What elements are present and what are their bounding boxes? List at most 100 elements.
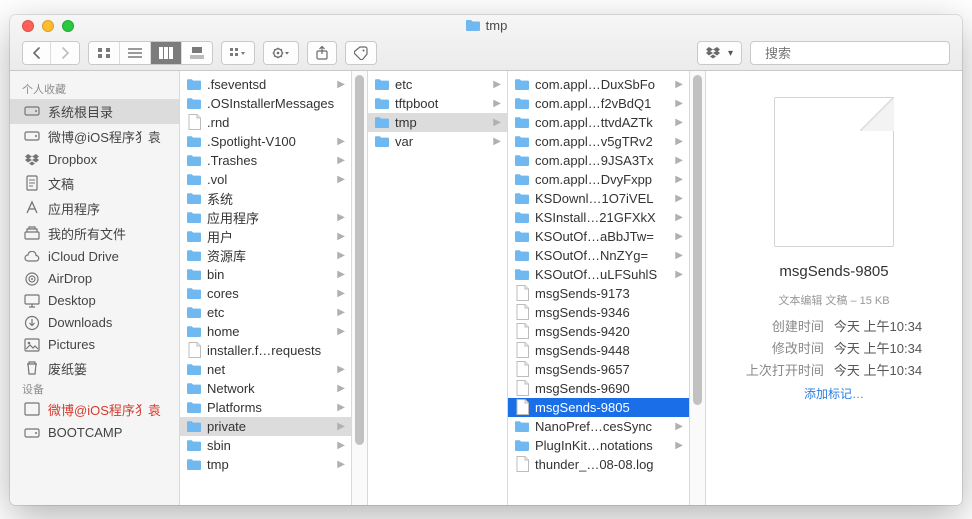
sidebar-item-文稿[interactable]: 文稿 <box>10 171 179 196</box>
tags-button[interactable] <box>346 42 376 64</box>
file-entry[interactable]: com.appl…DuxSbFo▶ <box>508 75 689 94</box>
file-entry[interactable]: 系统 <box>180 189 351 208</box>
chevron-right-icon: ▶ <box>672 117 683 128</box>
file-entry[interactable]: 用户▶ <box>180 227 351 246</box>
disk-icon <box>24 103 40 119</box>
column-view-button[interactable] <box>151 42 182 64</box>
file-entry[interactable]: .Spotlight-V100▶ <box>180 132 351 151</box>
folder-icon <box>514 171 530 187</box>
folder-icon <box>465 18 481 34</box>
folder-icon <box>514 247 530 263</box>
search-field[interactable] <box>750 41 950 65</box>
file-entry[interactable]: Platforms▶ <box>180 398 351 417</box>
file-entry[interactable]: tftpboot▶ <box>368 94 507 113</box>
file-entry[interactable]: com.appl…9JSA3Tx▶ <box>508 151 689 170</box>
file-entry[interactable]: net▶ <box>180 360 351 379</box>
file-entry[interactable]: private▶ <box>180 417 351 436</box>
icon-view-button[interactable] <box>89 42 120 64</box>
scrollbar-3[interactable] <box>690 71 706 505</box>
file-entry[interactable]: .fseventsd▶ <box>180 75 351 94</box>
file-entry[interactable]: tmp▶ <box>368 113 507 132</box>
file-entry[interactable]: 应用程序▶ <box>180 208 351 227</box>
sidebar-item-Downloads[interactable]: Downloads <box>10 312 179 334</box>
coverflow-view-button[interactable] <box>182 42 212 64</box>
sidebar-item-系统根目录[interactable]: 系统根目录 <box>10 99 179 124</box>
folder-icon <box>186 399 202 415</box>
file-icon <box>514 456 530 472</box>
chevron-right-icon: ▶ <box>672 269 683 280</box>
folder-icon <box>186 418 202 434</box>
column-3[interactable]: com.appl…DuxSbFo▶com.appl…f2vBdQ1▶com.ap… <box>508 71 690 505</box>
file-entry[interactable]: NanoPref…cesSync▶ <box>508 417 689 436</box>
file-entry[interactable]: .Trashes▶ <box>180 151 351 170</box>
file-entry[interactable]: KSOutOf…aBbJTw=▶ <box>508 227 689 246</box>
sidebar-item-AirDrop[interactable]: AirDrop <box>10 268 179 290</box>
dropbox-button[interactable]: ▾ <box>698 42 741 64</box>
sidebar-item-应用程序[interactable]: 应用程序 <box>10 196 179 221</box>
file-entry[interactable]: KSInstall…21GFXkX▶ <box>508 208 689 227</box>
file-entry[interactable]: com.appl…f2vBdQ1▶ <box>508 94 689 113</box>
view-mode-group <box>88 41 213 65</box>
back-button[interactable] <box>23 42 51 64</box>
file-entry[interactable]: etc▶ <box>180 303 351 322</box>
sidebar-item-Pictures[interactable]: Pictures <box>10 334 179 356</box>
chevron-right-icon: ▶ <box>672 174 683 185</box>
sidebar-item-微博@iOS程序犭袁[interactable]: 微博@iOS程序犭袁 <box>10 397 171 422</box>
sidebar-item-BOOTCAMP[interactable]: BOOTCAMP <box>10 422 179 444</box>
share-button[interactable] <box>308 42 336 64</box>
chevron-right-icon: ▶ <box>490 136 501 147</box>
forward-button[interactable] <box>51 42 79 64</box>
file-entry[interactable]: .rnd <box>180 113 351 132</box>
chevron-right-icon: ▶ <box>334 269 345 280</box>
chevron-right-icon: ▶ <box>490 79 501 90</box>
chevron-right-icon: ▶ <box>672 212 683 223</box>
chevron-right-icon: ▶ <box>672 136 683 147</box>
file-entry[interactable]: .OSInstallerMessages <box>180 94 351 113</box>
file-icon <box>514 399 530 415</box>
chevron-right-icon: ▶ <box>334 383 345 394</box>
list-view-button[interactable] <box>120 42 151 64</box>
sidebar-item-微博@iOS程序犭袁[interactable]: 微博@iOS程序犭袁 <box>10 124 179 149</box>
sidebar-item-iCloud Drive[interactable]: iCloud Drive <box>10 246 179 268</box>
chevron-right-icon: ▶ <box>672 193 683 204</box>
action-button[interactable] <box>264 42 298 64</box>
file-entry[interactable]: com.appl…ttvdAZTk▶ <box>508 113 689 132</box>
file-entry[interactable]: installer.f…requests <box>180 341 351 360</box>
file-entry[interactable]: msgSends-9805 <box>508 398 689 417</box>
file-entry[interactable]: bin▶ <box>180 265 351 284</box>
arrange-button[interactable] <box>222 42 254 64</box>
file-entry[interactable]: PlugInKit…notations▶ <box>508 436 689 455</box>
file-entry[interactable]: KSOutOf…NnZYg=▶ <box>508 246 689 265</box>
file-entry[interactable]: thunder_…08-08.log <box>508 455 689 474</box>
chevron-right-icon: ▶ <box>672 421 683 432</box>
file-entry[interactable]: msgSends-9173 <box>508 284 689 303</box>
sidebar-item-我的所有文件[interactable]: 我的所有文件 <box>10 221 179 246</box>
file-entry[interactable]: cores▶ <box>180 284 351 303</box>
column-2[interactable]: etc▶tftpboot▶tmp▶var▶ <box>368 71 508 505</box>
sidebar-item-Dropbox[interactable]: Dropbox <box>10 149 179 171</box>
file-entry[interactable]: Network▶ <box>180 379 351 398</box>
file-entry[interactable]: var▶ <box>368 132 507 151</box>
file-entry[interactable]: msgSends-9690 <box>508 379 689 398</box>
file-entry[interactable]: msgSends-9420 <box>508 322 689 341</box>
scrollbar-1[interactable] <box>352 71 368 505</box>
file-entry[interactable]: home▶ <box>180 322 351 341</box>
file-entry[interactable]: msgSends-9448 <box>508 341 689 360</box>
file-entry[interactable]: etc▶ <box>368 75 507 94</box>
file-entry[interactable]: com.appl…DvyFxpp▶ <box>508 170 689 189</box>
folder-icon <box>514 437 530 453</box>
file-entry[interactable]: sbin▶ <box>180 436 351 455</box>
search-input[interactable] <box>765 46 941 61</box>
file-entry[interactable]: com.appl…v5gTRv2▶ <box>508 132 689 151</box>
add-tag-link[interactable]: 添加标记… <box>804 385 864 402</box>
file-entry[interactable]: KSDownl…1O7iVEL▶ <box>508 189 689 208</box>
file-entry[interactable]: msgSends-9657 <box>508 360 689 379</box>
file-entry[interactable]: tmp▶ <box>180 455 351 474</box>
file-entry[interactable]: 资源库▶ <box>180 246 351 265</box>
file-entry[interactable]: KSOutOf…uLFSuhlS▶ <box>508 265 689 284</box>
file-entry[interactable]: msgSends-9346 <box>508 303 689 322</box>
column-1[interactable]: .fseventsd▶.OSInstallerMessages.rnd.Spot… <box>180 71 352 505</box>
sidebar-item-Desktop[interactable]: Desktop <box>10 290 179 312</box>
sidebar-item-废纸篓[interactable]: 废纸篓 <box>10 356 179 381</box>
file-entry[interactable]: .vol▶ <box>180 170 351 189</box>
